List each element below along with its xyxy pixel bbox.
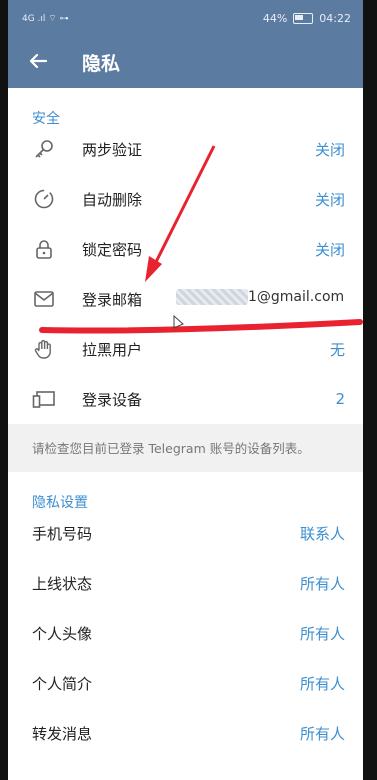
row-blocked-users[interactable]: 拉黑用户 无 <box>8 324 363 374</box>
key-icon <box>32 137 56 161</box>
row-value: 所有人 <box>299 674 345 693</box>
row-label: 上线状态 <box>32 574 93 593</box>
row-bio[interactable]: 个人简介 所有人 <box>8 658 363 708</box>
redacted-blur <box>176 289 248 305</box>
clock: 04:22 <box>319 11 351 25</box>
battery-icon <box>293 12 314 24</box>
screen: 4G .ıl ⌔ ⊶ 44% 04:22 隐私 安全 两步验证 关闭 自动删除 … <box>8 0 363 780</box>
row-label: 个人头像 <box>32 624 93 643</box>
row-label: 拉黑用户 <box>82 340 143 359</box>
row-login-email[interactable]: 登录邮箱 1@gmail.com <box>8 274 363 324</box>
row-forwarded-messages[interactable]: 转发消息 所有人 <box>8 708 363 758</box>
row-value: 2 <box>335 390 345 408</box>
signal-icons: 4G .ıl ⌔ ⊶ <box>22 13 69 24</box>
row-value: 联系人 <box>299 524 345 543</box>
row-phone-number[interactable]: 手机号码 联系人 <box>8 508 363 558</box>
devices-hint: 请检查您目前已登录 Telegram 账号的设备列表。 <box>8 424 363 472</box>
hand-icon <box>32 337 56 361</box>
status-bar: 4G .ıl ⌔ ⊶ 44% 04:22 <box>8 0 363 36</box>
devices-icon <box>32 387 56 411</box>
battery-percent: 44% <box>262 11 288 25</box>
row-devices[interactable]: 登录设备 2 <box>8 374 363 424</box>
lock-icon <box>32 237 56 261</box>
row-label: 手机号码 <box>32 524 93 543</box>
row-label: 自动删除 <box>82 190 143 209</box>
row-auto-delete[interactable]: 自动删除 关闭 <box>8 174 363 224</box>
row-value: 所有人 <box>299 624 345 643</box>
row-last-seen[interactable]: 上线状态 所有人 <box>8 558 363 608</box>
row-two-step[interactable]: 两步验证 关闭 <box>8 124 363 174</box>
row-label: 登录设备 <box>82 390 143 409</box>
row-value: 所有人 <box>299 724 345 743</box>
timer-icon <box>32 187 56 211</box>
row-profile-photo[interactable]: 个人头像 所有人 <box>8 608 363 658</box>
row-value: 关闭 <box>314 240 345 259</box>
row-value: 关闭 <box>314 190 345 209</box>
row-value: 所有人 <box>299 574 345 593</box>
app-bar: 隐私 <box>8 36 363 88</box>
mail-icon <box>32 287 56 311</box>
row-value: 关闭 <box>314 140 345 159</box>
row-value: 无 <box>329 340 345 359</box>
page-title: 隐私 <box>82 52 121 75</box>
back-arrow-icon[interactable] <box>8 50 68 75</box>
row-label: 转发消息 <box>32 724 93 743</box>
privacy-heading: 隐私设置 <box>32 495 88 511</box>
row-label: 锁定密码 <box>82 240 143 259</box>
security-heading: 安全 <box>32 111 60 127</box>
row-label: 个人简介 <box>32 674 93 693</box>
row-passcode-lock[interactable]: 锁定密码 关闭 <box>8 224 363 274</box>
email-value: 1@gmail.com <box>176 289 344 305</box>
row-label: 两步验证 <box>82 140 143 159</box>
